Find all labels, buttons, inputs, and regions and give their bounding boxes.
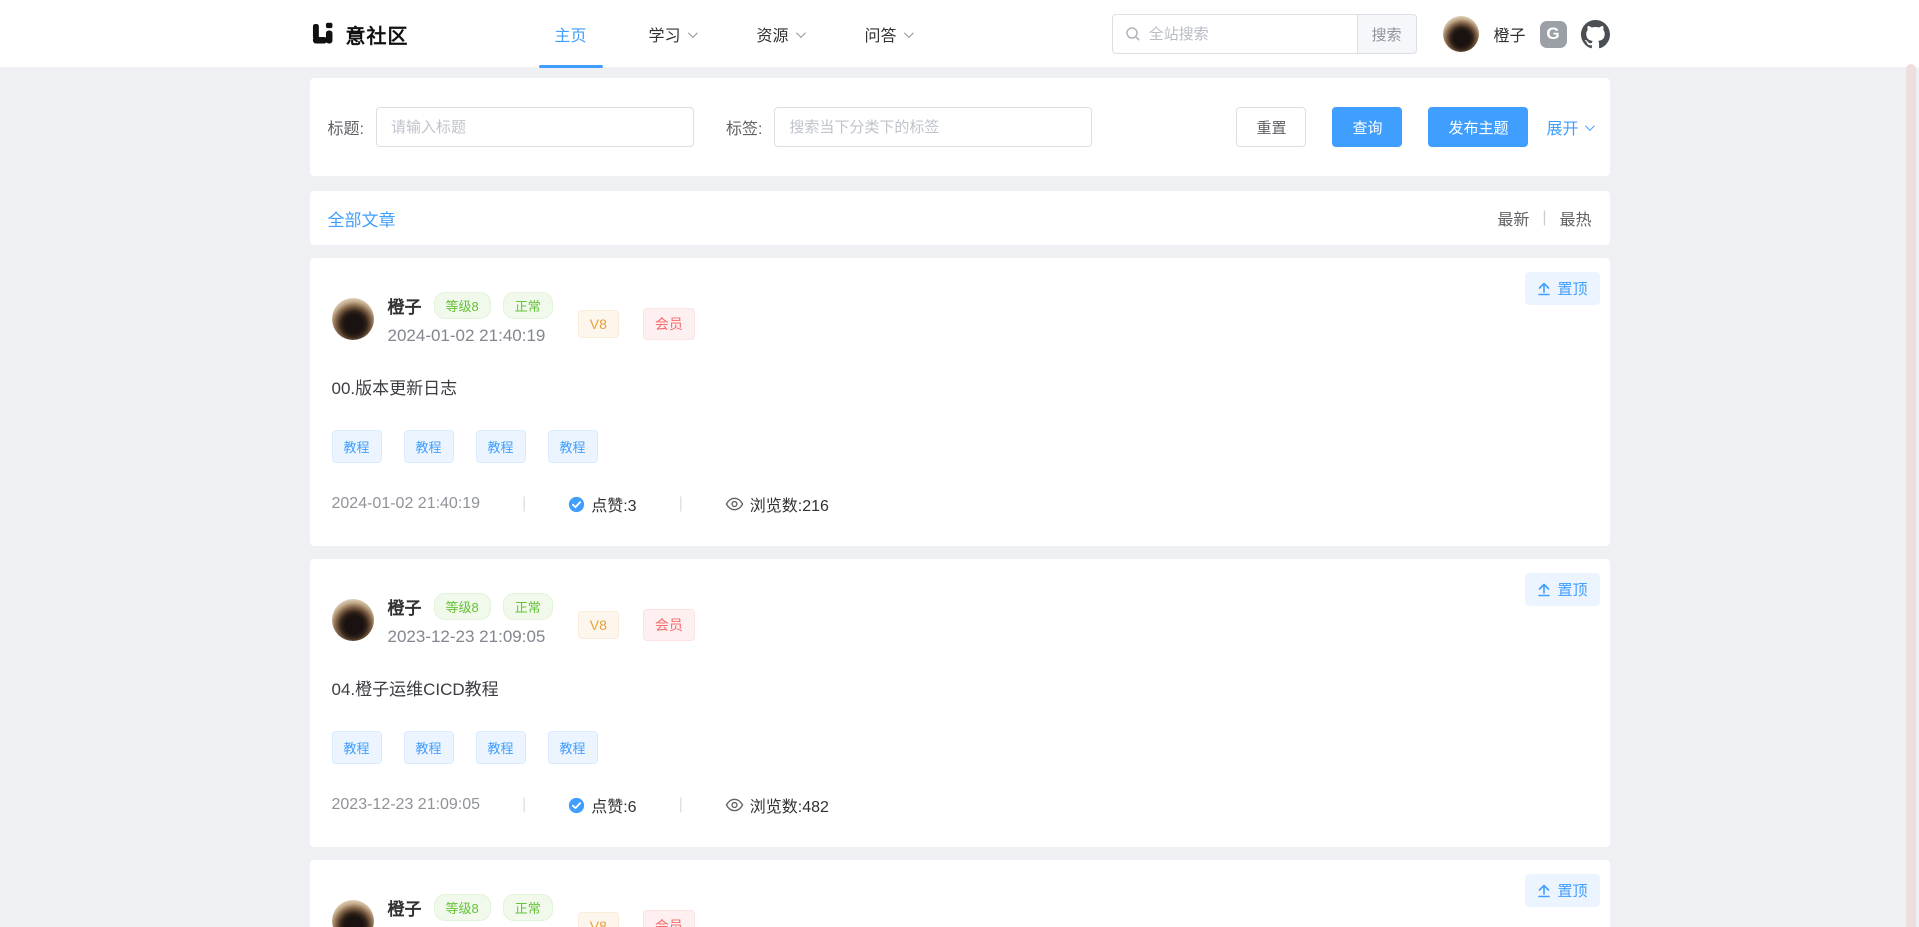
post-tags: 教程 教程 教程 教程 xyxy=(332,430,1588,463)
pin-button[interactable]: 置顶 xyxy=(1525,573,1599,606)
post-title[interactable]: 04.橙子运维CICD教程 xyxy=(332,675,1588,700)
post-tag[interactable]: 教程 xyxy=(548,731,598,764)
user-avatar[interactable] xyxy=(1443,16,1479,52)
post-card: 置顶 橙子 等级8 正常 2023-12-23 21:09:05 V8 会员 0… xyxy=(310,559,1610,847)
sort-hottest[interactable]: 最热 xyxy=(1559,206,1591,230)
top-navigation-bar: 意社区 主页 学习 资源 问答 xyxy=(0,0,1919,68)
title-filter-input[interactable] xyxy=(376,107,694,147)
eye-icon xyxy=(725,797,744,813)
chevron-down-icon xyxy=(1584,121,1594,131)
chevron-down-icon xyxy=(904,28,914,38)
like-check-icon xyxy=(568,496,585,513)
filter-panel: 标题: 标签: 重置 查询 发布主题 展开 xyxy=(310,78,1610,176)
title-filter-label: 标题: xyxy=(328,115,364,139)
query-button[interactable]: 查询 xyxy=(1332,107,1402,147)
post-tag[interactable]: 教程 xyxy=(404,731,454,764)
member-badge: 会员 xyxy=(643,910,695,927)
expand-toggle[interactable]: 展开 xyxy=(1546,115,1591,139)
author-avatar[interactable] xyxy=(332,599,374,641)
sort-newest[interactable]: 最新 xyxy=(1497,206,1529,230)
post-datetime: 2024-01-02 21:40:19 xyxy=(388,326,553,346)
main-nav: 主页 学习 资源 问答 xyxy=(549,0,967,68)
pin-to-top-icon xyxy=(1537,583,1551,597)
gitee-icon[interactable]: G xyxy=(1540,21,1567,48)
status-badge: 正常 xyxy=(503,593,553,620)
post-tag[interactable]: 教程 xyxy=(404,430,454,463)
level-badge: 等级8 xyxy=(434,292,491,319)
level-badge: 等级8 xyxy=(434,593,491,620)
author-name[interactable]: 橙子 xyxy=(388,594,422,619)
status-badge: 正常 xyxy=(503,292,553,319)
pin-to-top-icon xyxy=(1537,282,1551,296)
vip-badge: V8 xyxy=(578,912,619,927)
eye-icon xyxy=(725,496,744,512)
vip-badge: V8 xyxy=(578,611,619,639)
tag-filter-label: 标签: xyxy=(726,115,762,139)
likes-stat: 点赞:6 xyxy=(568,793,636,817)
author-name[interactable]: 橙子 xyxy=(388,293,422,318)
nav-item-home[interactable]: 主页 xyxy=(549,0,593,68)
pin-button[interactable]: 置顶 xyxy=(1525,874,1599,907)
author-name[interactable]: 橙子 xyxy=(388,895,422,920)
post-tag[interactable]: 教程 xyxy=(332,430,382,463)
user-name[interactable]: 橙子 xyxy=(1493,22,1525,46)
vip-badge: V8 xyxy=(578,310,619,338)
site-search: 搜索 xyxy=(1112,14,1417,54)
member-badge: 会员 xyxy=(643,308,695,340)
post-footer-date: 2023-12-23 21:09:05 xyxy=(332,796,481,814)
views-stat: 浏览数:482 xyxy=(725,793,829,817)
post-tag[interactable]: 教程 xyxy=(332,731,382,764)
likes-stat: 点赞:3 xyxy=(568,492,636,516)
post-tag[interactable]: 教程 xyxy=(548,430,598,463)
post-datetime: 2023-12-23 21:09:05 xyxy=(388,627,553,647)
post-tag[interactable]: 教程 xyxy=(476,430,526,463)
sort-divider: | xyxy=(1542,209,1546,227)
site-title: 意社区 xyxy=(346,20,409,49)
chevron-down-icon xyxy=(687,28,697,38)
search-icon xyxy=(1125,26,1141,42)
nav-item-resources[interactable]: 资源 xyxy=(751,0,809,68)
reset-button[interactable]: 重置 xyxy=(1236,107,1306,147)
brand[interactable]: 意社区 xyxy=(310,20,409,49)
post-footer-date: 2024-01-02 21:40:19 xyxy=(332,495,481,513)
nav-item-learn[interactable]: 学习 xyxy=(643,0,701,68)
status-badge: 正常 xyxy=(503,894,553,921)
scrollbar[interactable] xyxy=(1906,64,1916,927)
post-title[interactable]: 00.版本更新日志 xyxy=(332,374,1588,399)
all-articles-link[interactable]: 全部文章 xyxy=(328,206,396,231)
search-button[interactable]: 搜索 xyxy=(1357,14,1417,54)
author-avatar[interactable] xyxy=(332,900,374,927)
publish-topic-button[interactable]: 发布主题 xyxy=(1428,107,1528,147)
logo-icon xyxy=(310,21,336,47)
views-stat: 浏览数:216 xyxy=(725,492,829,516)
post-tag[interactable]: 教程 xyxy=(476,731,526,764)
author-avatar[interactable] xyxy=(332,298,374,340)
github-icon[interactable] xyxy=(1581,20,1610,49)
user-zone: 橙子 G xyxy=(1443,16,1609,52)
list-header-bar: 全部文章 最新 | 最热 xyxy=(310,191,1610,245)
chevron-down-icon xyxy=(796,28,806,38)
search-input[interactable] xyxy=(1149,26,1348,43)
post-card: 置顶 橙子 等级8 正常 2024-01-02 21:40:19 V8 会员 0… xyxy=(310,258,1610,546)
like-check-icon xyxy=(568,797,585,814)
post-tags: 教程 教程 教程 教程 xyxy=(332,731,1588,764)
main-content: 标题: 标签: 重置 查询 发布主题 展开 全部文章 最新 | 最热 xyxy=(310,78,1610,927)
pin-to-top-icon xyxy=(1537,884,1551,898)
tag-filter-input[interactable] xyxy=(774,107,1092,147)
post-card: 置顶 橙子 等级8 正常 2023-12-16 15:22:38 V8 会员 xyxy=(310,860,1610,927)
member-badge: 会员 xyxy=(643,609,695,641)
level-badge: 等级8 xyxy=(434,894,491,921)
pin-button[interactable]: 置顶 xyxy=(1525,272,1599,305)
nav-item-qa[interactable]: 问答 xyxy=(859,0,917,68)
